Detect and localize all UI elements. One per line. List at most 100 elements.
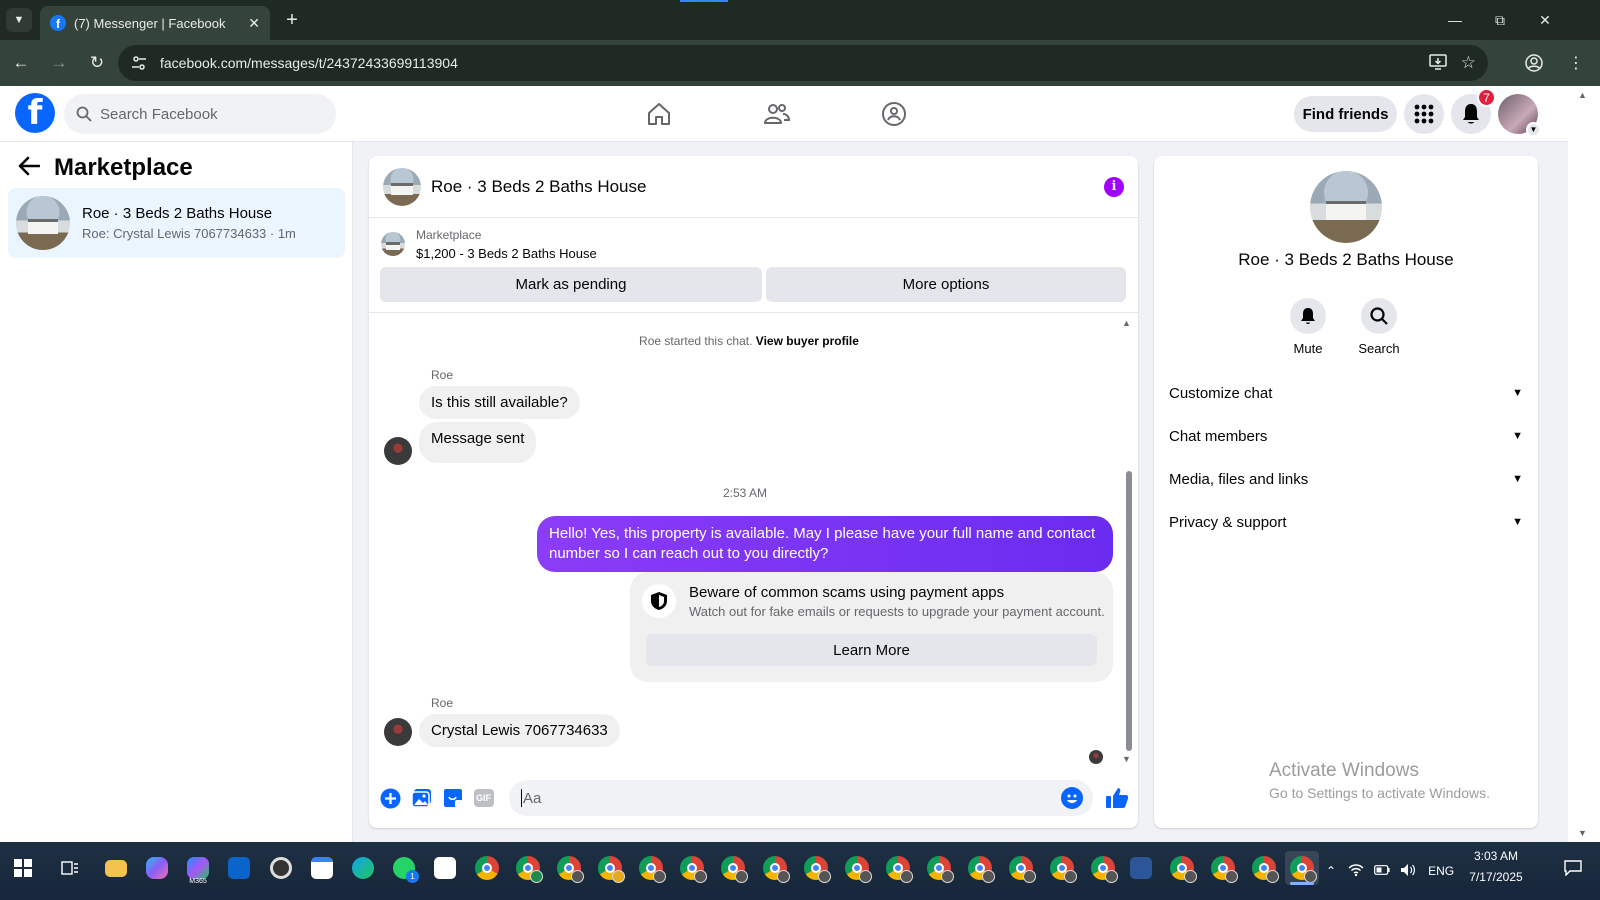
copilot-icon[interactable] [140,851,174,885]
facebook-logo-icon[interactable]: f [15,93,55,133]
back-button[interactable]: ← [4,46,38,80]
scroll-down-arrow-icon[interactable]: ▼ [1122,754,1131,764]
install-app-icon[interactable] [1429,53,1447,73]
sender-avatar[interactable] [384,718,412,746]
plus-actions-icon[interactable] [375,783,406,814]
back-arrow-icon[interactable] [18,156,41,181]
sent-message-bubble[interactable]: Hello! Yes, this property is available. … [537,516,1113,572]
chat-title[interactable]: Roe · 3 Beds 2 Baths House [431,177,1104,197]
chrome-profile-icon[interactable] [881,851,915,885]
groups-icon[interactable] [876,96,912,132]
learn-more-button[interactable]: Learn More [646,634,1097,666]
menu-grid-icon[interactable] [1404,94,1444,134]
page-scroll-down-icon[interactable]: ▼ [1578,828,1587,838]
photo-attach-icon[interactable] [406,783,437,814]
message-bubble[interactable]: Message sent [419,422,537,463]
outlook-icon[interactable] [222,851,256,885]
chrome-profile-icon[interactable] [716,851,750,885]
browser-tab-messenger[interactable]: f (7) Messenger | Facebook ✕ [40,6,270,40]
site-info-icon[interactable] [130,54,148,72]
chat-avatar[interactable] [383,167,421,206]
search-in-conversation-button[interactable]: Search [1349,298,1409,356]
edge-icon[interactable] [346,851,380,885]
message-bubble[interactable]: Crystal Lewis 7067734633 [419,714,620,747]
minimize-button[interactable]: — [1432,0,1478,40]
reload-button[interactable]: ↻ [80,46,114,80]
chrome-icon[interactable] [470,851,504,885]
store-icon[interactable] [305,851,339,885]
more-options-button[interactable]: More options [766,267,1126,302]
chrome-profile-icon[interactable] [840,851,874,885]
wifi-icon[interactable] [1348,863,1364,880]
chrome-profile-icon[interactable] [1206,851,1240,885]
chrome-profile-icon[interactable] [552,851,586,885]
forward-button[interactable]: → [42,46,76,80]
facebook-search-input[interactable]: Search Facebook [64,94,336,134]
privacy-support-row[interactable]: Privacy & support ▼ [1169,510,1523,534]
page-scrollbar[interactable]: ▲ ▼ [1568,86,1600,842]
chat-members-row[interactable]: Chat members ▼ [1169,424,1523,448]
media-files-links-row[interactable]: Media, files and links ▼ [1169,467,1523,491]
sticker-icon[interactable] [437,783,468,814]
sender-avatar[interactable] [384,437,412,465]
scroll-up-arrow-icon[interactable]: ▲ [1122,318,1131,328]
chrome-profile-icon[interactable] [593,851,627,885]
capcut-icon[interactable] [428,851,462,885]
tab-close-icon[interactable]: ✕ [248,15,260,32]
battery-icon[interactable] [1374,864,1390,878]
chrome-profile-icon[interactable] [1004,851,1038,885]
volume-icon[interactable] [1400,863,1416,880]
friends-icon[interactable] [759,96,795,132]
chrome-profile-icon[interactable] [799,851,833,885]
taskbar-clock[interactable]: 3:03 AM 7/17/2025 [1456,846,1536,888]
word-icon[interactable] [1124,851,1158,885]
message-bubble[interactable]: Is this still available? [419,386,580,419]
whatsapp-icon[interactable]: 1 [387,851,421,885]
browser-menu-icon[interactable]: ⋮ [1560,47,1592,79]
chrome-profile-icon[interactable] [1247,851,1281,885]
chrome-profile-icon-active[interactable] [1285,851,1319,885]
address-bar[interactable]: facebook.com/messages/t/2437243369911390… [118,45,1488,81]
bookmark-star-icon[interactable]: ☆ [1461,53,1476,73]
gif-icon[interactable]: GIF [468,783,499,814]
restore-button[interactable]: ⧉ [1477,0,1523,40]
conversation-profile-photo[interactable] [1310,171,1382,243]
account-avatar[interactable]: ▼ [1498,94,1541,137]
chrome-profile-icon[interactable] [1086,851,1120,885]
thread-list-item[interactable]: Roe · 3 Beds 2 Baths House Roe: Crystal … [8,188,345,258]
find-friends-button[interactable]: Find friends [1294,96,1397,132]
view-buyer-profile-link[interactable]: View buyer profile [756,334,859,348]
chrome-profile-icon[interactable] [675,851,709,885]
chrome-profile-icon[interactable] [758,851,792,885]
chrome-profile-icon[interactable] [963,851,997,885]
mute-button[interactable]: Mute [1278,298,1338,356]
chrome-profile-icon[interactable] [1165,851,1199,885]
message-input[interactable]: Aa [509,780,1093,816]
message-scrollbar[interactable] [1126,471,1132,751]
media-app-icon[interactable] [264,851,298,885]
mark-as-pending-button[interactable]: Mark as pending [380,267,762,302]
chrome-profile-icon[interactable] [511,851,545,885]
listing-price-title[interactable]: $1,200 - 3 Beds 2 Baths House [416,246,597,261]
customize-chat-row[interactable]: Customize chat ▼ [1169,381,1523,405]
chrome-profile-icon[interactable] [634,851,668,885]
tray-overflow-chevron-icon[interactable]: ⌃ [1326,864,1336,878]
chrome-profile-icon[interactable] [1045,851,1079,885]
windows-start-icon[interactable] [6,851,40,885]
page-scroll-up-icon[interactable]: ▲ [1578,90,1587,100]
conversation-info-icon[interactable]: i [1104,176,1124,197]
chrome-profile-icon[interactable] [922,851,956,885]
file-explorer-icon[interactable] [99,851,133,885]
thumbs-up-icon[interactable] [1101,783,1132,814]
new-tab-button[interactable]: + [278,8,306,32]
home-icon[interactable] [641,96,677,132]
m365-icon[interactable]: M365 [181,851,215,885]
notification-center-icon[interactable] [1556,851,1590,885]
close-window-button[interactable]: ✕ [1522,0,1568,40]
conversation-panel: Roe · 3 Beds 2 Baths House i Marketplace… [369,156,1138,828]
profile-icon[interactable] [1518,47,1550,79]
language-indicator[interactable]: ENG [1428,864,1454,878]
task-view-icon[interactable] [53,851,87,885]
tab-search-button[interactable]: ▼ [6,8,32,32]
emoji-icon[interactable] [1061,787,1083,809]
